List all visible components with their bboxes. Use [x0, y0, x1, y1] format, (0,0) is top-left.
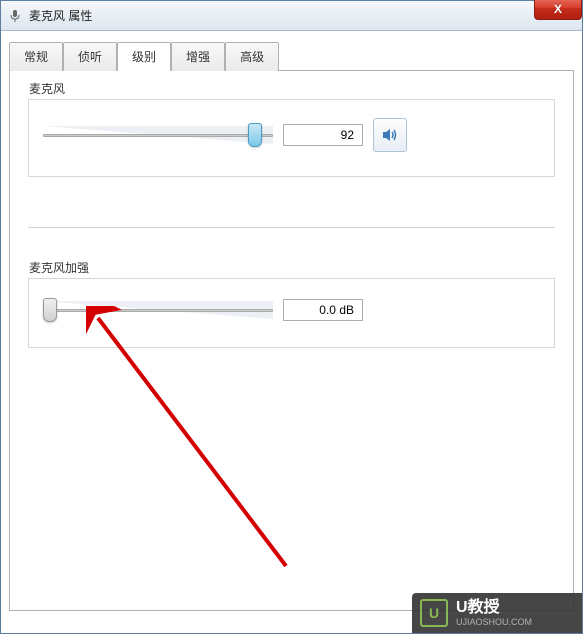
- tab-general[interactable]: 常规: [9, 42, 63, 71]
- tab-bar: 常规 侦听 级别 增强 高级: [9, 41, 574, 71]
- microphone-icon: [7, 8, 23, 24]
- dialog-body: 常规 侦听 级别 增强 高级 麦克风: [1, 31, 582, 621]
- microphone-label: 麦克风: [29, 80, 65, 97]
- properties-dialog: 麦克风 属性 X 常规 侦听 级别 增强 高级 麦克风: [0, 0, 583, 634]
- close-icon: X: [554, 2, 562, 16]
- watermark-brand: U教授: [456, 598, 532, 617]
- speaker-icon: [381, 126, 399, 144]
- separator: [28, 227, 555, 228]
- close-button[interactable]: X: [534, 0, 582, 20]
- boost-group: 麦克风加强: [28, 278, 555, 348]
- microphone-slider-thumb[interactable]: [248, 123, 262, 147]
- tab-levels[interactable]: 级别: [117, 42, 171, 71]
- tab-advanced[interactable]: 高级: [225, 42, 279, 71]
- titlebar[interactable]: 麦克风 属性 X: [1, 1, 582, 31]
- tab-content-levels: 麦克风: [9, 71, 574, 611]
- window-title: 麦克风 属性: [29, 7, 92, 24]
- watermark-logo: U: [420, 599, 448, 627]
- tab-enhancements[interactable]: 增强: [171, 42, 225, 71]
- boost-label: 麦克风加强: [29, 259, 89, 276]
- boost-slider[interactable]: [43, 297, 273, 323]
- mute-button[interactable]: [373, 118, 407, 152]
- boost-controls: [43, 297, 540, 323]
- watermark: U U教授 UJIAOSHOU.COM: [412, 593, 582, 633]
- boost-value-input[interactable]: [283, 299, 363, 321]
- watermark-url: UJIAOSHOU.COM: [456, 617, 532, 628]
- tab-listen[interactable]: 侦听: [63, 42, 117, 71]
- microphone-slider[interactable]: [43, 122, 273, 148]
- boost-slider-thumb[interactable]: [43, 298, 57, 322]
- microphone-value-input[interactable]: [283, 124, 363, 146]
- microphone-controls: [43, 118, 540, 152]
- microphone-group: 麦克风: [28, 99, 555, 177]
